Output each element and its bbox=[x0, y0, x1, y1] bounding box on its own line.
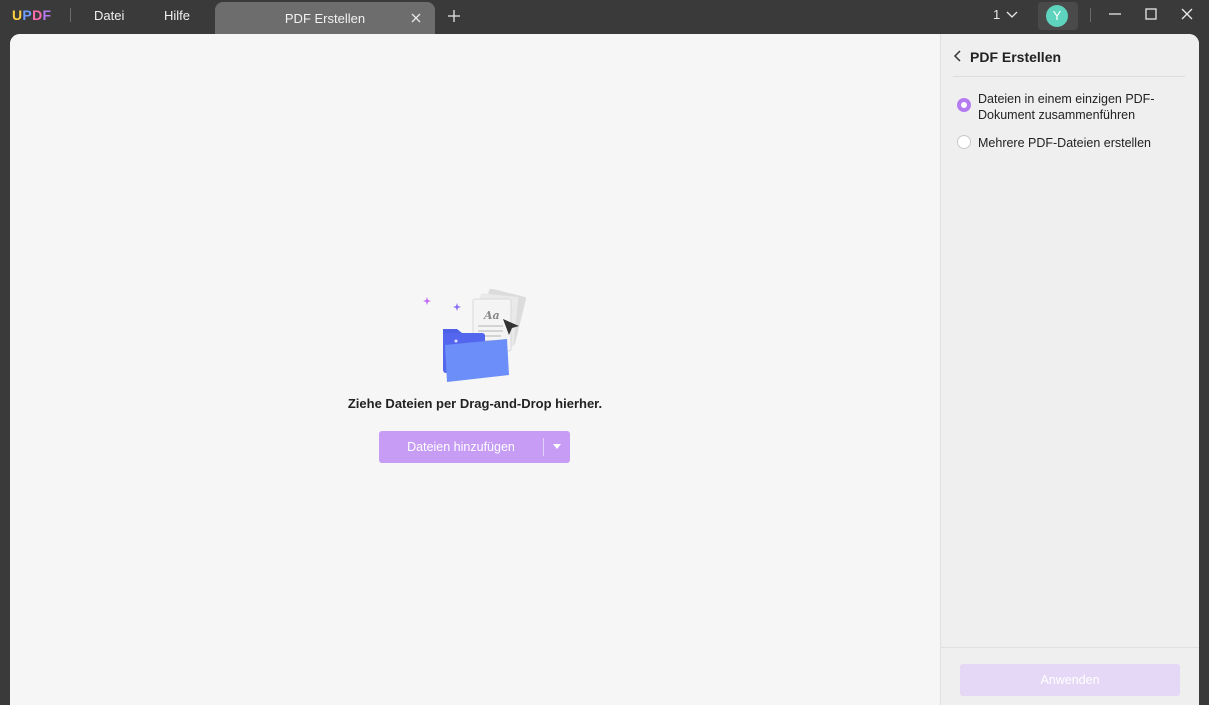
plus-icon[interactable] bbox=[447, 9, 461, 23]
divider bbox=[953, 76, 1185, 77]
title-bar: UPDF Datei Hilfe PDF Erstellen 1 Y bbox=[0, 0, 1209, 34]
back-arrow-icon[interactable] bbox=[953, 50, 963, 62]
minimize-icon[interactable] bbox=[1108, 7, 1122, 21]
updf-logo: UPDF bbox=[12, 7, 51, 23]
avatar-letter: Y bbox=[1046, 5, 1068, 27]
main-window: Aa Ziehe Dateien per Drag-and-Drop hierh… bbox=[10, 34, 1199, 705]
folder-documents-illustration: Aa bbox=[423, 289, 527, 382]
option-merge-line1: Dateien in einem einzigen PDF- bbox=[978, 92, 1155, 106]
window-close-icon[interactable] bbox=[1180, 7, 1194, 21]
option-merge-label: Dateien in einem einzigen PDF- Dokument … bbox=[978, 91, 1178, 123]
option-merge-line2: Dokument zusammenführen bbox=[978, 108, 1136, 122]
tab-label: PDF Erstellen bbox=[284, 11, 366, 26]
option-multiple-label: Mehrere PDF-Dateien erstellen bbox=[978, 136, 1151, 150]
add-files-button[interactable]: Dateien hinzufügen bbox=[379, 431, 570, 463]
panel-title: PDF Erstellen bbox=[970, 49, 1062, 65]
tab-pdf-erstellen[interactable]: PDF Erstellen bbox=[215, 2, 435, 34]
radio-multiple[interactable] bbox=[957, 135, 971, 149]
logo-letter: F bbox=[42, 7, 52, 23]
page-number[interactable]: 1 bbox=[993, 7, 1000, 22]
chevron-down-icon[interactable] bbox=[1006, 9, 1018, 19]
drop-zone[interactable]: Aa Ziehe Dateien per Drag-and-Drop hierh… bbox=[10, 34, 940, 705]
apply-button[interactable]: Anwenden bbox=[960, 664, 1180, 696]
button-divider bbox=[543, 438, 544, 456]
add-files-label: Dateien hinzufügen bbox=[407, 440, 515, 454]
close-icon[interactable] bbox=[409, 11, 423, 25]
avatar[interactable]: Y bbox=[1038, 2, 1078, 30]
apply-label: Anwenden bbox=[1040, 673, 1100, 687]
menu-help[interactable]: Hilfe bbox=[164, 8, 190, 23]
radio-merge-selected[interactable] bbox=[957, 98, 971, 112]
divider bbox=[70, 8, 71, 22]
divider bbox=[1090, 8, 1091, 22]
logo-letter: U bbox=[12, 7, 23, 23]
caret-down-icon[interactable] bbox=[553, 444, 561, 450]
divider bbox=[941, 647, 1199, 648]
illustration-text: Aa bbox=[483, 309, 500, 322]
create-pdf-panel: PDF Erstellen Dateien in einem einzigen … bbox=[940, 34, 1199, 705]
menu-file[interactable]: Datei bbox=[94, 8, 124, 23]
logo-letter: P bbox=[22, 7, 33, 23]
maximize-icon[interactable] bbox=[1144, 7, 1158, 21]
logo-letter: D bbox=[32, 7, 43, 23]
drop-hint-text: Ziehe Dateien per Drag-and-Drop hierher. bbox=[347, 396, 603, 411]
